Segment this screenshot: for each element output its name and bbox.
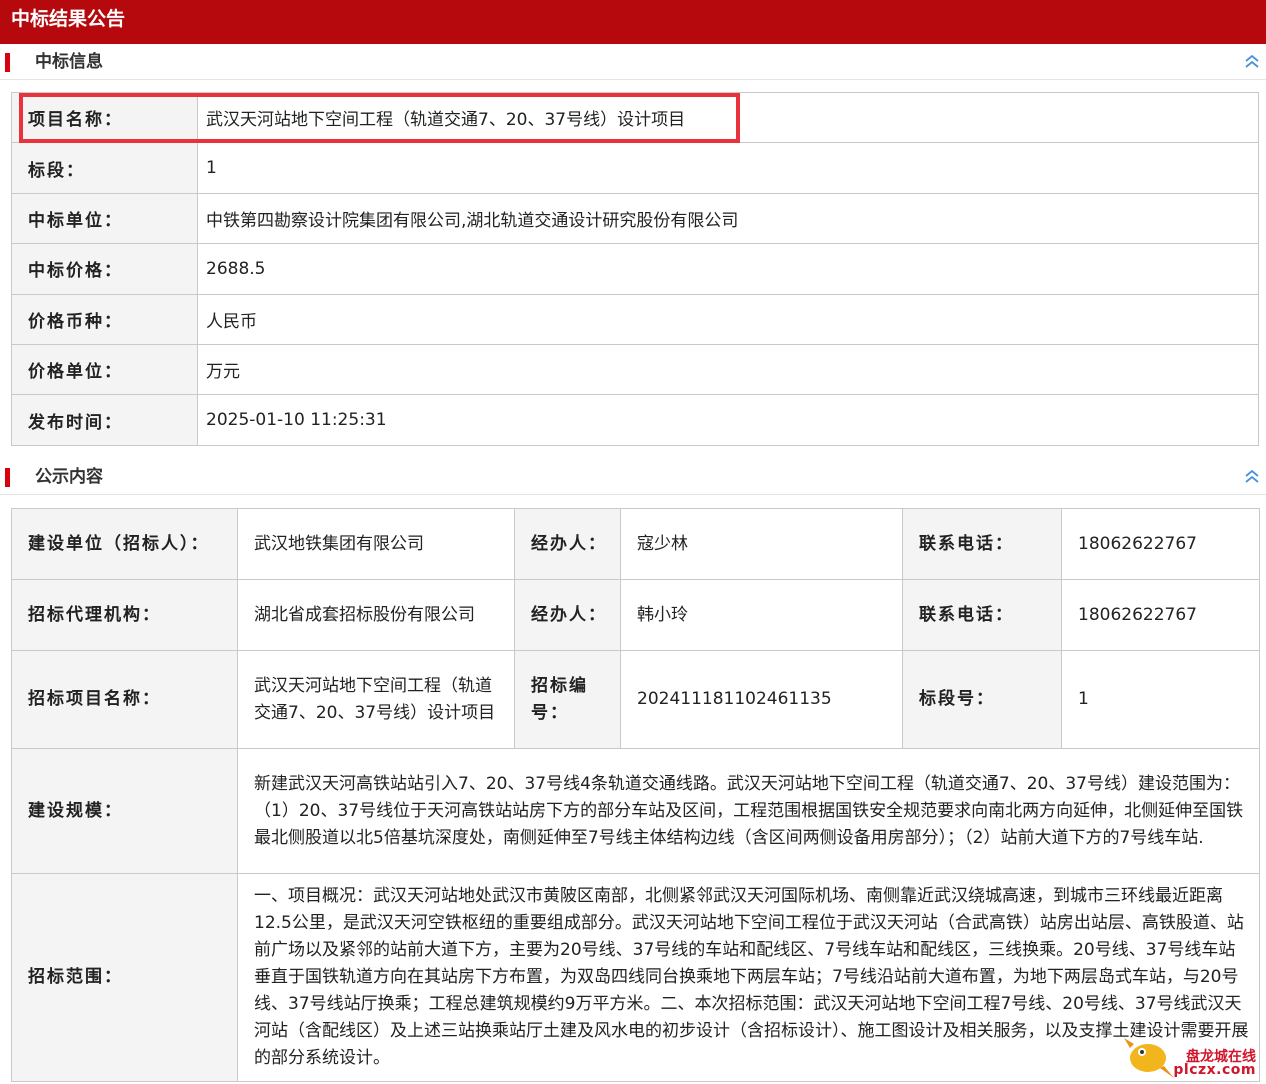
field-label: 标段： <box>11 142 198 194</box>
page-header: 中标结果公告 <box>0 0 1266 44</box>
field-label: 招标代理机构： <box>11 579 238 651</box>
field-label: 经办人： <box>514 508 621 580</box>
field-value: 人民币 <box>197 293 1259 345</box>
section-marker <box>5 468 10 487</box>
field-label: 联系电话： <box>902 508 1062 580</box>
table-row: 建设单位（招标人）： 武汉地铁集团有限公司 经办人： 寇少林 联系电话： 180… <box>11 508 1260 580</box>
collapse-chevron-icon[interactable] <box>1244 468 1260 486</box>
field-label: 中标单位： <box>11 192 198 245</box>
field-label: 招标编号： <box>514 650 621 749</box>
field-value: 武汉地铁集团有限公司 <box>237 508 515 580</box>
table-row: 标段： 1 <box>11 142 1259 194</box>
field-value: 寇少林 <box>620 508 903 580</box>
field-label: 项目名称： <box>11 91 198 144</box>
page-title: 中标结果公告 <box>11 8 126 30</box>
watermark: 盘龙城在线 plczx.com <box>1120 1028 1260 1084</box>
field-label: 价格单位： <box>11 343 198 396</box>
field-value: 湖北省成套招标股份有限公司 <box>237 579 515 651</box>
table-row: 项目名称： 武汉天河站地下空间工程（轨道交通7、20、37号线）设计项目 <box>11 91 1259 144</box>
field-value: 韩小玲 <box>620 579 903 651</box>
table-row: 建设规模： 新建武汉天河高铁站站引入7、20、37号线4条轨道交通线路。武汉天河… <box>11 748 1260 874</box>
field-value: 中铁第四勘察设计院集团有限公司,湖北轨道交通设计研究股份有限公司 <box>197 192 1259 245</box>
table-row: 招标项目名称： 武汉天河站地下空间工程（轨道交通7、20、37号线）设计项目 招… <box>11 650 1260 749</box>
notice-table: 建设单位（招标人）： 武汉地铁集团有限公司 经办人： 寇少林 联系电话： 180… <box>11 508 1260 1082</box>
dragon-logo-icon <box>1124 1038 1174 1078</box>
field-value: 一、项目概况：武汉天河站地处武汉市黄陂区南部，北侧紧邻武汉天河国际机场、南侧靠近… <box>237 873 1260 1082</box>
field-label: 联系电话： <box>902 579 1062 651</box>
bid-info-table: 项目名称： 武汉天河站地下空间工程（轨道交通7、20、37号线）设计项目 标段：… <box>11 91 1259 446</box>
section-title-notice: 公示内容 <box>35 467 103 487</box>
field-label: 招标项目名称： <box>11 650 238 749</box>
table-row: 价格币种： 人民币 <box>11 293 1259 345</box>
field-label: 招标范围： <box>11 873 238 1082</box>
field-value: 新建武汉天河高铁站站引入7、20、37号线4条轨道交通线路。武汉天河站地下空间工… <box>237 748 1260 874</box>
section-title-info: 中标信息 <box>35 52 103 72</box>
table-row: 中标单位： 中铁第四勘察设计院集团有限公司,湖北轨道交通设计研究股份有限公司 <box>11 192 1259 245</box>
field-label: 建设规模： <box>11 748 238 874</box>
table-row: 价格单位： 万元 <box>11 343 1259 396</box>
field-value: 2025-01-10 11:25:31 <box>197 394 1259 446</box>
table-row: 招标代理机构： 湖北省成套招标股份有限公司 经办人： 韩小玲 联系电话： 180… <box>11 579 1260 651</box>
field-label: 标段号： <box>902 650 1062 749</box>
field-label: 价格币种： <box>11 293 198 345</box>
field-label: 建设单位（招标人）： <box>11 508 238 580</box>
table-row: 招标范围： 一、项目概况：武汉天河站地处武汉市黄陂区南部，北侧紧邻武汉天河国际机… <box>11 873 1260 1082</box>
field-label: 经办人： <box>514 579 621 651</box>
field-value: 万元 <box>197 343 1259 396</box>
field-value: 武汉天河站地下空间工程（轨道交通7、20、37号线）设计项目 <box>237 650 515 749</box>
section-header-notice: 公示内容 <box>0 460 1266 495</box>
field-value: 18062622767 <box>1061 579 1260 651</box>
field-label: 发布时间： <box>11 394 198 446</box>
table-row: 中标价格： 2688.5 <box>11 243 1259 295</box>
field-value: 1 <box>197 142 1259 194</box>
field-value: 2688.5 <box>197 243 1259 295</box>
table-row: 发布时间： 2025-01-10 11:25:31 <box>11 394 1259 446</box>
field-label: 中标价格： <box>11 243 198 295</box>
collapse-chevron-icon[interactable] <box>1244 53 1260 71</box>
field-value: 18062622767 <box>1061 508 1260 580</box>
field-value: 武汉天河站地下空间工程（轨道交通7、20、37号线）设计项目 <box>197 91 1259 144</box>
watermark-url: plczx.com <box>1173 1062 1256 1078</box>
field-value: 202411181102461135 <box>620 650 903 749</box>
section-marker <box>5 53 10 72</box>
field-value: 1 <box>1061 650 1260 749</box>
section-header-info: 中标信息 <box>0 45 1266 80</box>
